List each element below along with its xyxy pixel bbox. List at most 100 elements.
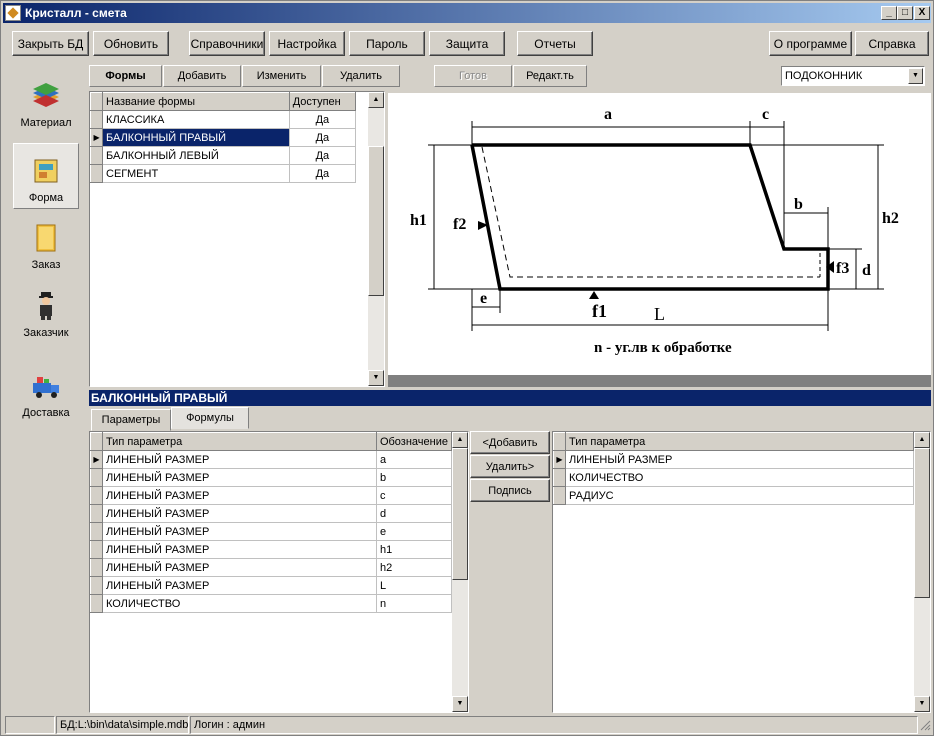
title-bar[interactable]: Кристалл - смета _ □ X: [3, 3, 931, 23]
table-header-row: Название формы Доступен: [89, 92, 357, 111]
sidebar-item-customer[interactable]: Заказчик: [13, 277, 79, 343]
settings-button[interactable]: Настройка: [269, 31, 345, 56]
param-type-cell[interactable]: ЛИНЕНЫЙ РАЗМЕР: [102, 486, 377, 505]
maximize-button[interactable]: □: [897, 6, 913, 20]
close-button[interactable]: X: [914, 6, 930, 20]
param-symbol-cell[interactable]: n: [376, 594, 453, 613]
caption-button[interactable]: Подпись: [470, 479, 550, 502]
table-row[interactable]: ▶ ЛИНЕНЫЙ РАЗМЕР: [553, 450, 914, 469]
table-row[interactable]: ЛИНЕНЫЙ РАЗМЕР d: [90, 504, 453, 523]
refresh-button[interactable]: Обновить: [93, 31, 169, 56]
column-header-param-type[interactable]: Тип параметра: [101, 432, 377, 451]
tab-parameters[interactable]: Параметры: [91, 409, 171, 431]
form-name-cell[interactable]: БАЛКОННЫЙ ПРАВЫЙ: [102, 128, 290, 147]
type-cell[interactable]: РАДИУС: [565, 486, 914, 505]
form-name-cell[interactable]: КЛАССИКА: [102, 110, 290, 129]
column-header-param-type[interactable]: Тип параметра: [565, 432, 914, 451]
form-available-cell[interactable]: Да: [289, 110, 357, 129]
form-available-cell[interactable]: Да: [289, 164, 357, 183]
reports-button[interactable]: Отчеты: [517, 31, 593, 56]
table-row[interactable]: КОЛИЧЕСТВО: [553, 468, 914, 487]
param-type-cell[interactable]: ЛИНЕНЫЙ РАЗМЕР: [102, 540, 377, 559]
forms-grid-scrollbar[interactable]: ▲ ▼: [368, 92, 384, 386]
param-symbol-cell[interactable]: c: [376, 486, 453, 505]
scroll-up-icon[interactable]: ▲: [914, 432, 930, 448]
close-db-button[interactable]: Закрыть БД: [12, 31, 89, 56]
ready-button[interactable]: Готов: [434, 65, 512, 87]
types-grid: Тип параметра ▶ ЛИНЕНЫЙ РАЗМЕР КОЛИЧЕСТВО…: [553, 432, 914, 505]
table-row[interactable]: ЛИНЕНЫЙ РАЗМЕР e: [90, 522, 453, 541]
column-header-name[interactable]: Название формы: [102, 92, 290, 111]
password-button[interactable]: Пароль: [349, 31, 425, 56]
param-type-cell[interactable]: ЛИНЕНЫЙ РАЗМЕР: [102, 522, 377, 541]
sidebar-item-delivery[interactable]: Доставка: [13, 357, 79, 423]
param-type-cell[interactable]: ЛИНЕНЫЙ РАЗМЕР: [102, 504, 377, 523]
param-symbol-cell[interactable]: e: [376, 522, 453, 541]
tab-formulas[interactable]: Формулы: [171, 407, 249, 429]
sidebar-item-label: Доставка: [22, 407, 70, 419]
form-name-cell[interactable]: БАЛКОННЫЙ ЛЕВЫЙ: [102, 146, 290, 165]
scroll-down-icon[interactable]: ▼: [368, 370, 384, 386]
type-cell[interactable]: ЛИНЕНЫЙ РАЗМЕР: [565, 450, 914, 469]
sidebar-item-order[interactable]: Заказ: [13, 209, 79, 275]
scroll-thumb[interactable]: [368, 146, 384, 296]
param-type-cell[interactable]: ЛИНЕНЫЙ РАЗМЕР: [102, 468, 377, 487]
table-row[interactable]: БАЛКОННЫЙ ЛЕВЫЙ Да: [89, 146, 357, 165]
minimize-button[interactable]: _: [881, 6, 897, 20]
column-header-symbol[interactable]: Обозначение: [375, 432, 453, 451]
row-indicator: [553, 468, 566, 487]
scroll-down-icon[interactable]: ▼: [452, 696, 468, 712]
drawing-scrollbar[interactable]: [388, 375, 931, 387]
table-row[interactable]: ▶ ЛИНЕНЫЙ РАЗМЕР a: [90, 450, 453, 469]
param-type-cell[interactable]: ЛИНЕНЫЙ РАЗМЕР: [102, 576, 377, 595]
scroll-thumb[interactable]: [452, 448, 468, 580]
chevron-down-icon[interactable]: ▼: [908, 68, 923, 84]
table-row[interactable]: ЛИНЕНЫЙ РАЗМЕР L: [90, 576, 453, 595]
table-row[interactable]: ЛИНЕНЫЙ РАЗМЕР c: [90, 486, 453, 505]
row-indicator-header: [90, 432, 103, 451]
add-form-button[interactable]: Добавить: [163, 65, 241, 87]
column-header-available[interactable]: Доступен: [288, 92, 357, 111]
category-select[interactable]: ПОДОКОННИК ▼: [781, 66, 925, 86]
editor-button[interactable]: Редакт.ть: [513, 65, 587, 87]
delete-form-button[interactable]: Удалить: [322, 65, 400, 87]
param-type-cell[interactable]: КОЛИЧЕСТВО: [102, 594, 377, 613]
table-row[interactable]: ЛИНЕНЫЙ РАЗМЕР b: [90, 468, 453, 487]
param-symbol-cell[interactable]: h1: [376, 540, 453, 559]
scroll-up-icon[interactable]: ▲: [452, 432, 468, 448]
edit-form-button[interactable]: Изменить: [242, 65, 321, 87]
sidebar-item-label: Материал: [20, 117, 72, 129]
sidebar-item-material[interactable]: Материал: [13, 67, 79, 133]
add-param-button[interactable]: <Добавить: [470, 431, 550, 454]
table-row[interactable]: ЛИНЕНЫЙ РАЗМЕР h1: [90, 540, 453, 559]
table-row[interactable]: РАДИУС: [553, 486, 914, 505]
scroll-down-icon[interactable]: ▼: [914, 696, 930, 712]
table-row[interactable]: КЛАССИКА Да: [89, 110, 357, 129]
scroll-thumb[interactable]: [914, 448, 930, 598]
table-row-selected[interactable]: ▶ БАЛКОННЫЙ ПРАВЫЙ Да: [89, 128, 357, 147]
param-symbol-cell[interactable]: h2: [376, 558, 453, 577]
param-type-cell[interactable]: ЛИНЕНЫЙ РАЗМЕР: [102, 558, 377, 577]
param-symbol-cell[interactable]: L: [376, 576, 453, 595]
types-grid-scrollbar[interactable]: ▲ ▼: [914, 432, 930, 712]
form-available-cell[interactable]: Да: [289, 146, 357, 165]
table-row[interactable]: ЛИНЕНЫЙ РАЗМЕР h2: [90, 558, 453, 577]
protection-button[interactable]: Защита: [429, 31, 505, 56]
param-type-cell[interactable]: ЛИНЕНЫЙ РАЗМЕР: [102, 450, 377, 469]
resize-grip-icon[interactable]: [919, 719, 931, 731]
param-symbol-cell[interactable]: a: [376, 450, 453, 469]
scroll-up-icon[interactable]: ▲: [368, 92, 384, 108]
param-symbol-cell[interactable]: d: [376, 504, 453, 523]
remove-param-button[interactable]: Удалить>: [470, 455, 550, 478]
table-row[interactable]: СЕГМЕНТ Да: [89, 164, 357, 183]
params-grid-scrollbar[interactable]: ▲ ▼: [452, 432, 468, 712]
form-available-cell[interactable]: Да: [289, 128, 357, 147]
sidebar-item-form[interactable]: Форма: [13, 143, 79, 209]
help-button[interactable]: Справка: [855, 31, 929, 56]
param-symbol-cell[interactable]: b: [376, 468, 453, 487]
references-button[interactable]: Справочники: [189, 31, 265, 56]
about-button[interactable]: О программе: [769, 31, 852, 56]
table-row[interactable]: КОЛИЧЕСТВО n: [90, 594, 453, 613]
form-name-cell[interactable]: СЕГМЕНТ: [102, 164, 290, 183]
type-cell[interactable]: КОЛИЧЕСТВО: [565, 468, 914, 487]
